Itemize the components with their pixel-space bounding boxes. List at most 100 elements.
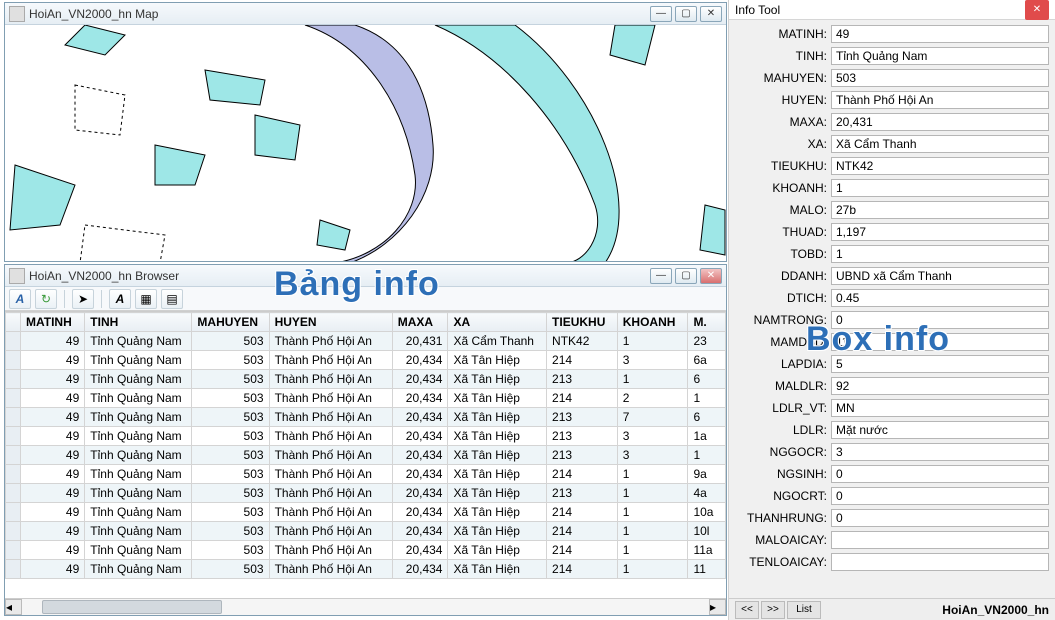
row-selector[interactable]	[6, 522, 21, 541]
row-selector[interactable]	[6, 427, 21, 446]
field-input[interactable]: 3	[831, 443, 1049, 461]
field-input[interactable]: 0.45	[831, 289, 1049, 307]
field-row: THANHRUNG:0	[731, 508, 1049, 528]
field-input[interactable]: Thành Phố Hội An	[831, 91, 1049, 109]
sort-az-button[interactable]: A	[9, 289, 31, 309]
table-row[interactable]: 49Tỉnh Quảng Nam503Thành Phố Hội An20,43…	[6, 503, 726, 522]
map-canvas[interactable]	[5, 25, 726, 261]
refresh-button[interactable]: ↻	[35, 289, 57, 309]
field-input[interactable]: Mặt nước	[831, 421, 1049, 439]
table-row[interactable]: 49Tỉnh Quảng Nam503Thành Phố Hội An20,43…	[6, 560, 726, 579]
field-input[interactable]: MN	[831, 399, 1049, 417]
next-record-button[interactable]: >>	[761, 601, 785, 619]
map-window-titlebar[interactable]: HoiAn_VN2000_hn Map — ▢ ✕	[5, 3, 726, 25]
table-row[interactable]: 49Tỉnh Quảng Nam503Thành Phố Hội An20,43…	[6, 332, 726, 351]
table-row[interactable]: 49Tỉnh Quảng Nam503Thành Phố Hội An20,43…	[6, 370, 726, 389]
row-selector[interactable]	[6, 541, 21, 560]
prev-record-button[interactable]: <<	[735, 601, 759, 619]
field-input[interactable]: 0	[831, 487, 1049, 505]
field-input[interactable]: 0	[831, 465, 1049, 483]
table-row[interactable]: 49Tỉnh Quảng Nam503Thành Phố Hội An20,43…	[6, 427, 726, 446]
close-button[interactable]: ✕	[700, 268, 722, 284]
field-input[interactable]: NTK42	[831, 157, 1049, 175]
cell: Xã Tân Hiệp	[448, 465, 547, 484]
row-selector[interactable]	[6, 389, 21, 408]
minimize-button[interactable]: —	[650, 268, 672, 284]
maximize-button[interactable]: ▢	[675, 268, 697, 284]
cell: 49	[21, 541, 85, 560]
field-input[interactable]: 92	[831, 377, 1049, 395]
field-input[interactable]: 1,197	[831, 223, 1049, 241]
pointer-button[interactable]: ➤	[72, 289, 94, 309]
cell: 6	[688, 408, 726, 427]
table-row[interactable]: 49Tỉnh Quảng Nam503Thành Phố Hội An20,43…	[6, 465, 726, 484]
row-selector[interactable]	[6, 351, 21, 370]
column-header[interactable]: HUYEN	[269, 313, 392, 332]
field-input[interactable]: 5	[831, 355, 1049, 373]
field-input[interactable]: 503	[831, 69, 1049, 87]
font-button[interactable]: A	[109, 289, 131, 309]
close-button[interactable]: ✕	[1025, 0, 1049, 20]
field-input[interactable]: 11	[831, 333, 1049, 351]
column-header[interactable]: TINH	[85, 313, 192, 332]
close-button[interactable]: ✕	[700, 6, 722, 22]
column-header[interactable]: KHOANH	[617, 313, 688, 332]
cell: Thành Phố Hội An	[269, 560, 392, 579]
scroll-right-button[interactable]: ▸	[709, 599, 726, 615]
table-row[interactable]: 49Tỉnh Quảng Nam503Thành Phố Hội An20,43…	[6, 541, 726, 560]
field-input[interactable]: 0	[831, 311, 1049, 329]
row-selector[interactable]	[6, 332, 21, 351]
data-table-wrap: MATINHTINHMAHUYENHUYENMAXAXATIEUKHUKHOAN…	[5, 311, 726, 615]
column-header[interactable]: XA	[448, 313, 547, 332]
row-selector[interactable]	[6, 503, 21, 522]
row-selector[interactable]	[6, 465, 21, 484]
cell: Tỉnh Quảng Nam	[85, 427, 192, 446]
cell: Thành Phố Hội An	[269, 541, 392, 560]
cell: 503	[192, 465, 269, 484]
table-row[interactable]: 49Tỉnh Quảng Nam503Thành Phố Hội An20,43…	[6, 522, 726, 541]
column-header[interactable]: MATINH	[21, 313, 85, 332]
maximize-button[interactable]: ▢	[675, 6, 697, 22]
table-row[interactable]: 49Tỉnh Quảng Nam503Thành Phố Hội An20,43…	[6, 389, 726, 408]
table-row[interactable]: 49Tỉnh Quảng Nam503Thành Phố Hội An20,43…	[6, 408, 726, 427]
field-input[interactable]	[831, 531, 1049, 549]
cell: Thành Phố Hội An	[269, 522, 392, 541]
field-row: TENLOAICAY:	[731, 552, 1049, 572]
data-table[interactable]: MATINHTINHMAHUYENHUYENMAXAXATIEUKHUKHOAN…	[5, 312, 726, 579]
list-button[interactable]: List	[787, 601, 821, 619]
row-selector[interactable]	[6, 370, 21, 389]
column-header[interactable]: MAHUYEN	[192, 313, 269, 332]
scroll-thumb[interactable]	[42, 600, 222, 614]
field-input[interactable]: 49	[831, 25, 1049, 43]
table-row[interactable]: 49Tỉnh Quảng Nam503Thành Phố Hội An20,43…	[6, 484, 726, 503]
column-header[interactable]: M.	[688, 313, 726, 332]
browser-window-titlebar[interactable]: HoiAn_VN2000_hn Browser — ▢ ✕	[5, 265, 726, 287]
minimize-button[interactable]: —	[650, 6, 672, 22]
grid-options-button[interactable]: ▤	[161, 289, 183, 309]
field-input[interactable]: Tỉnh Quảng Nam	[831, 47, 1049, 65]
info-tool-titlebar[interactable]: Info Tool ✕	[729, 0, 1055, 20]
add-column-button[interactable]: ▦	[135, 289, 157, 309]
row-selector[interactable]	[6, 560, 21, 579]
cell: 1a	[688, 427, 726, 446]
field-input[interactable]: 1	[831, 179, 1049, 197]
field-input[interactable]	[831, 553, 1049, 571]
field-input[interactable]: 0	[831, 509, 1049, 527]
field-input[interactable]: Xã Cẩm Thanh	[831, 135, 1049, 153]
table-row[interactable]: 49Tỉnh Quảng Nam503Thành Phố Hội An20,43…	[6, 351, 726, 370]
row-selector[interactable]	[6, 408, 21, 427]
scroll-left-button[interactable]: ◂	[5, 599, 22, 615]
field-input[interactable]: 27b	[831, 201, 1049, 219]
row-selector[interactable]	[6, 484, 21, 503]
field-row: DDANH:UBND xã Cẩm Thanh	[731, 266, 1049, 286]
horizontal-scrollbar[interactable]: ◂ ▸	[5, 598, 726, 615]
cell: Thành Phố Hội An	[269, 446, 392, 465]
column-header[interactable]: MAXA	[392, 313, 448, 332]
field-input[interactable]: 20,431	[831, 113, 1049, 131]
table-row[interactable]: 49Tỉnh Quảng Nam503Thành Phố Hội An20,43…	[6, 446, 726, 465]
field-input[interactable]: 1	[831, 245, 1049, 263]
column-header[interactable]: TIEUKHU	[547, 313, 618, 332]
row-selector[interactable]	[6, 446, 21, 465]
field-input[interactable]: UBND xã Cẩm Thanh	[831, 267, 1049, 285]
row-selector-header[interactable]	[6, 313, 21, 332]
